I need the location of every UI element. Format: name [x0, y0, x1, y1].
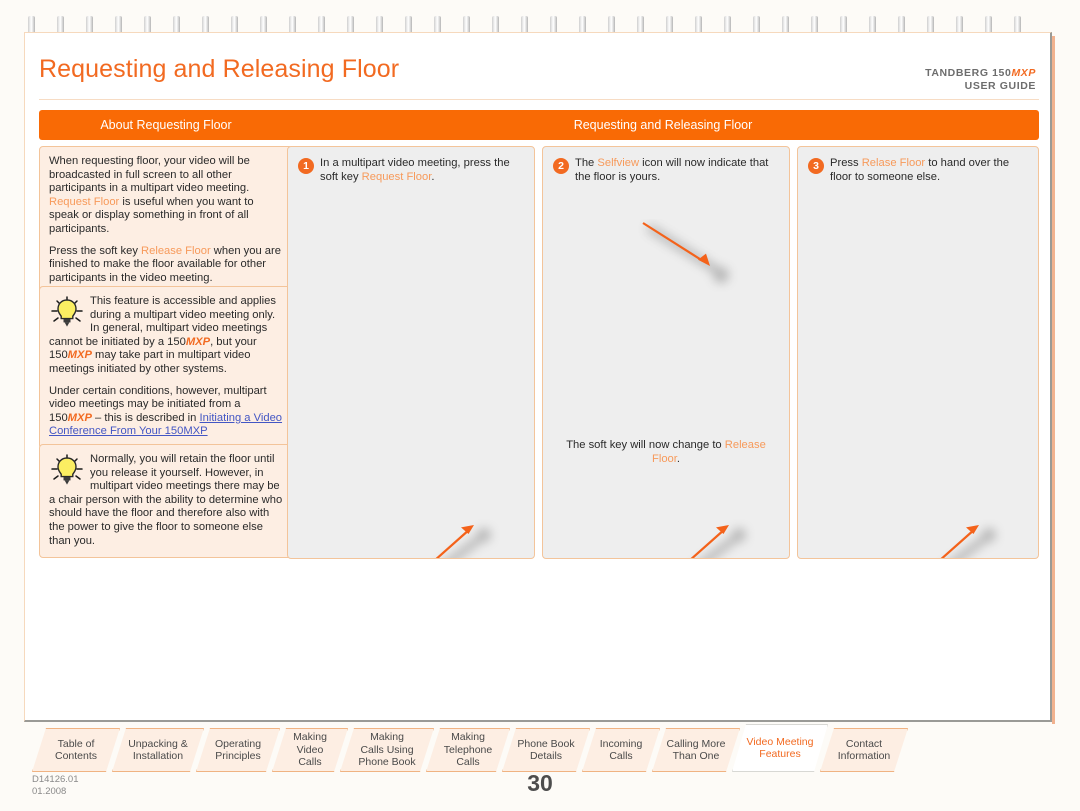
chapter-tab[interactable]: Video Meeting Features — [732, 724, 828, 772]
chapter-tab-label: Calling More Than One — [666, 737, 726, 762]
tip-box-chairperson: Normally, you will retain the floor unti… — [39, 444, 293, 559]
lightbulb-icon — [51, 296, 83, 327]
section-bar-about: About Requesting Floor — [39, 110, 293, 140]
about-requesting-floor-box: When requesting floor, your video will b… — [39, 146, 293, 296]
chapter-tab-label: Operating Principles — [214, 737, 262, 762]
section-bar-about-label: About Requesting Floor — [100, 118, 232, 132]
tip-box-multipart: This feature is accessible and applies d… — [39, 286, 293, 449]
pointer-arrow-icon — [940, 525, 996, 558]
mxp-mark: MXP — [1011, 67, 1036, 79]
page-title: Requesting and Releasing Floor — [39, 55, 400, 83]
step-2-header: 2 The Selfview icon will now indicate th… — [553, 157, 781, 184]
chapter-tab[interactable]: Phone Book Details — [502, 728, 590, 772]
page-edge-accent — [1052, 36, 1055, 724]
chapter-tab[interactable]: Operating Principles — [196, 728, 280, 772]
chapter-tab[interactable]: Incoming Calls — [582, 728, 660, 772]
chapter-tab-bar: Table of Contents Unpacking & Installatio… — [24, 722, 1054, 772]
chapter-tab[interactable]: Contact Information — [820, 728, 908, 772]
chapter-tab-label: Unpacking & Installation — [128, 737, 188, 762]
brand-line-2: USER GUIDE — [964, 80, 1036, 92]
section-bar-procedure: Requesting and Releasing Floor — [287, 110, 1039, 140]
pointer-arrow-icon — [690, 525, 746, 558]
tip-multipart-paragraph-2: Under certain conditions, however, multi… — [49, 384, 283, 438]
step-number-badge: 1 — [298, 158, 314, 174]
brand-line-1: TANDBERG 150MXP — [925, 67, 1036, 79]
release-floor-softkey-ref: Release Floor — [141, 244, 211, 257]
step-1-header: 1 In a multipart video meeting, press th… — [298, 157, 526, 184]
selfview-ref: Selfview — [597, 157, 640, 169]
chapter-tab-label: Incoming Calls — [599, 737, 643, 762]
pointer-arrow-icon — [642, 222, 729, 283]
step-panel-1: 1 In a multipart video meeting, press th… — [287, 146, 535, 559]
lightbulb-icon — [51, 454, 83, 485]
page-sheet: Requesting and Releasing Floor TANDBERG … — [24, 32, 1052, 722]
chapter-tab-label: Contact Information — [837, 737, 891, 762]
title-divider — [39, 99, 1039, 100]
chapter-tab[interactable]: Making Calls Using Phone Book — [340, 728, 434, 772]
step-number-badge: 3 — [808, 158, 824, 174]
page-number: 30 — [527, 770, 553, 796]
release-floor-softkey-ref: Relase Floor — [861, 157, 926, 169]
chapter-tab[interactable]: Calling More Than One — [652, 728, 740, 772]
about-paragraph-2: Press the soft key Release Floor when yo… — [49, 244, 281, 284]
chapter-tab-label: Making Telephone Calls — [443, 731, 493, 769]
about-paragraph-1: When requesting floor, your video will b… — [49, 155, 254, 235]
chapter-tab-label: Making Calls Using Phone Book — [358, 731, 416, 769]
step-3-text: Press Relase Floor to hand over the floo… — [830, 157, 1010, 183]
pointer-arrow-icon — [435, 525, 491, 558]
request-floor-softkey-ref: Request Floor — [361, 170, 432, 183]
step-1-text: In a multipart video meeting, press the … — [320, 157, 510, 183]
chapter-tab[interactable]: Making Telephone Calls — [426, 728, 510, 772]
chapter-tab-label: Table of Contents — [54, 737, 98, 762]
chapter-tab-label: Making Video Calls — [293, 731, 327, 769]
section-bar-procedure-label: Requesting and Releasing Floor — [573, 118, 753, 132]
chapter-tab[interactable]: Making Video Calls — [272, 728, 348, 772]
chapter-tab[interactable]: Table of Contents — [32, 728, 120, 772]
step-panel-3: 3 Press Relase Floor to hand over the fl… — [797, 146, 1039, 559]
brand-label: TANDBERG 150MXP USER GUIDE — [925, 67, 1036, 93]
step-2-caption: The soft key will now change to Release … — [566, 439, 766, 465]
chapter-tab[interactable]: Unpacking & Installation — [112, 728, 204, 772]
step-3-header: 3 Press Relase Floor to hand over the fl… — [808, 157, 1030, 184]
step-2-text: The Selfview icon will now indicate that… — [575, 157, 769, 183]
chapter-tab-label: Video Meeting Features — [746, 735, 814, 760]
request-floor-softkey-ref: Request Floor — [49, 195, 120, 208]
chapter-tab-label: Phone Book Details — [517, 737, 575, 762]
step-panel-2: 2 The Selfview icon will now indicate th… — [542, 146, 790, 559]
step-number-badge: 2 — [553, 158, 569, 174]
user-guide-page: Requesting and Releasing Floor TANDBERG … — [0, 0, 1080, 811]
